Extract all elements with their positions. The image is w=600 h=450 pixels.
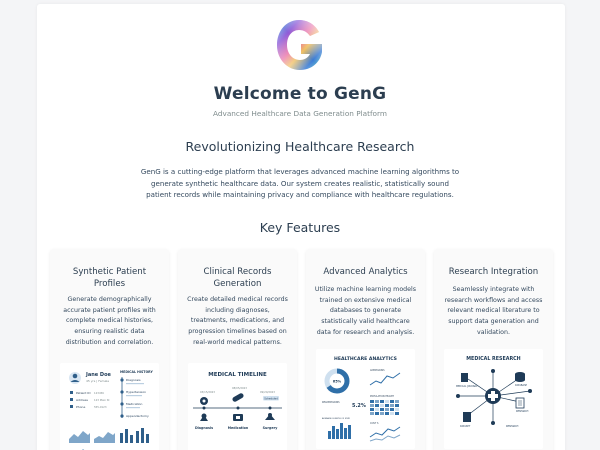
svg-text:RESEARCH: RESEARCH — [516, 410, 529, 413]
svg-text:Appendectomy: Appendectomy — [126, 414, 149, 418]
stat-value: 5.2% — [352, 403, 366, 409]
feature-title: Synthetic Patient Profiles — [72, 267, 147, 289]
feature-title: Clinical Records Generation — [203, 267, 272, 289]
svg-text:Diagnosis: Diagnosis — [195, 426, 213, 430]
svg-text:RESEARCH: RESEARCH — [506, 425, 519, 428]
svg-text:Phone: Phone — [76, 405, 85, 409]
svg-text:123456: 123456 — [94, 391, 104, 395]
svg-text:DATABASE: DATABASE — [515, 384, 528, 387]
feature-text: Utilize machine learning models trained … — [314, 286, 417, 336]
feature-text: Create detailed medical records includin… — [187, 296, 288, 346]
feature-title: Research Integration — [448, 267, 539, 277]
analytics-heading: HEALTHCARE ANALYTICS — [334, 356, 397, 362]
medical-timeline-illustration: MEDICAL TIMELINE 03/15/2023 08/05/2023 0… — [188, 363, 287, 450]
svg-text:MEDICAL JOURNAL: MEDICAL JOURNAL — [456, 385, 478, 388]
feature-text: Seamlessly integrate with research workf… — [444, 286, 543, 336]
svg-text:09/20/2023: 09/20/2023 — [260, 390, 275, 394]
svg-text:Patient ID: Patient ID — [76, 391, 91, 395]
feature-card-advanced-analytics: Advanced Analytics Utilize machine learn… — [306, 249, 425, 450]
svg-text:Surgery: Surgery — [263, 426, 279, 430]
svg-text:Diagnosis: Diagnosis — [126, 378, 141, 382]
svg-text:Medication: Medication — [126, 402, 143, 406]
patient-profile-illustration: Jane Doe 45 yrs | Female MEDICAL HISTORY… — [60, 363, 159, 450]
svg-text:Medication: Medication — [228, 426, 249, 430]
svg-text:READMISSIONS: READMISSIONS — [322, 401, 340, 404]
geng-logo — [277, 20, 322, 70]
svg-text:03/15/2023: 03/15/2023 — [200, 390, 215, 394]
svg-text:Address: Address — [76, 398, 88, 402]
svg-text:POPULATION HEALTH: POPULATION HEALTH — [370, 395, 394, 398]
journal-icon — [461, 373, 468, 382]
feature-card-synthetic-profiles: Synthetic Patient Profiles Generate demo… — [50, 249, 169, 450]
intro-heading: Revolutionizing Healthcare Research — [185, 139, 415, 154]
svg-text:555-0123: 555-0123 — [94, 405, 107, 409]
analytics-illustration: HEALTHCARE ANALYTICS 65% ADMISSIONS READ… — [316, 349, 415, 449]
research-network-illustration: MEDICAL RESEARCH MEDICAL JOURNAL DATABAS… — [444, 349, 543, 449]
svg-text:ADMISSIONS: ADMISSIONS — [370, 369, 385, 372]
features-heading: Key Features — [259, 220, 341, 235]
svg-text:COST S: COST S — [370, 422, 379, 425]
timeline-heading: MEDICAL TIMELINE — [208, 372, 267, 378]
donut-value: 65% — [333, 380, 342, 384]
scheduled-badge: Scheduled — [264, 396, 278, 400]
page-title: Welcome to GenG — [213, 84, 387, 104]
research-heading: MEDICAL RESEARCH — [466, 356, 520, 362]
patient-sub: 45 yrs | Female — [86, 379, 109, 383]
feature-title: Advanced Analytics — [323, 267, 408, 277]
dataset-icon — [463, 412, 471, 422]
svg-text:AVERAGE LENGTH OF STAY: AVERAGE LENGTH OF STAY — [322, 417, 351, 420]
history-label: MEDICAL HISTORY — [120, 370, 153, 374]
patient-name: Jane Doe — [85, 372, 112, 378]
intro-text: GenG is a cutting-edge platform that lev… — [140, 167, 460, 200]
svg-text:DATASET: DATASET — [460, 425, 471, 428]
page-subtitle: Advanced Healthcare Data Generation Plat… — [213, 109, 387, 118]
svg-text:123 Main St: 123 Main St — [94, 398, 109, 402]
svg-text:08/05/2023: 08/05/2023 — [232, 386, 247, 390]
feature-text: Generate demographically accurate patien… — [63, 296, 156, 346]
feature-card-clinical-records: Clinical Records Generation Create detai… — [178, 249, 297, 450]
svg-text:Hypertension: Hypertension — [126, 390, 146, 394]
feature-card-research-integration: Research Integration Seamlessly integrat… — [434, 249, 553, 450]
